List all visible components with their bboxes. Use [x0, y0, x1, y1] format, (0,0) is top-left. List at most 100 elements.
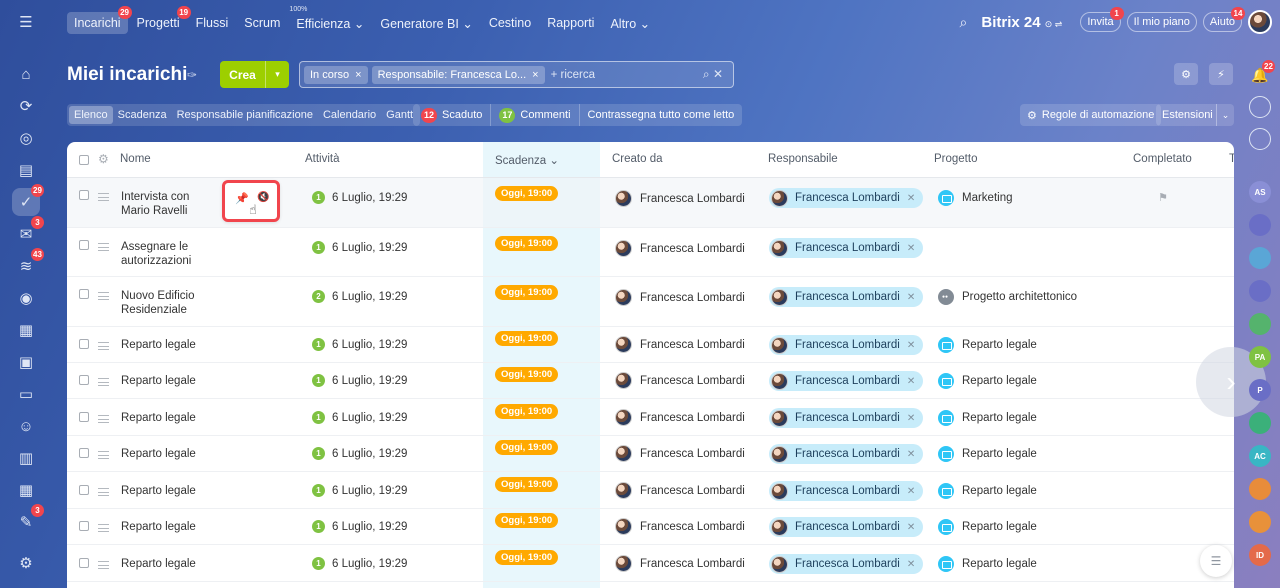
drag-handle-icon[interactable] — [98, 561, 109, 569]
view-tab[interactable]: Elenco — [69, 106, 113, 124]
bell-icon[interactable]: 🔔 22 — [1249, 60, 1275, 86]
task-name[interactable]: Reparto legale — [121, 447, 221, 461]
creator-cell[interactable]: Francesca Lombardi — [615, 372, 745, 389]
task-name[interactable]: Nuovo Edificio Residenziale — [121, 289, 221, 317]
nav-item[interactable]: Efficienza ⌄ 100% — [289, 6, 371, 35]
project-cell[interactable]: Reparto legale — [938, 410, 1037, 426]
counter-item[interactable]: 17 Commenti — [491, 104, 580, 126]
chat-avatar[interactable]: ID — [1249, 544, 1271, 566]
project-cell[interactable]: Reparto legale — [938, 483, 1037, 499]
column-header[interactable]: Completato — [1133, 153, 1192, 165]
column-header[interactable]: T — [1229, 153, 1234, 165]
deadline-badge[interactable]: Oggi, 19:00 — [495, 477, 559, 492]
creator-cell[interactable]: Francesca Lombardi — [615, 555, 745, 572]
creator-cell[interactable]: Francesca Lombardi — [615, 409, 745, 426]
documents-icon[interactable]: ▣ — [12, 348, 40, 376]
row-checkbox[interactable] — [79, 190, 89, 200]
row-checkbox[interactable] — [79, 339, 89, 349]
board-icon[interactable]: ▥ — [12, 444, 40, 472]
drag-handle-icon[interactable] — [98, 451, 109, 459]
row-checkbox[interactable] — [79, 558, 89, 568]
remove-icon[interactable]: ✕ — [907, 486, 915, 497]
chat-avatar[interactable] — [1249, 280, 1271, 302]
drag-handle-icon[interactable] — [98, 342, 109, 350]
responsible-chip[interactable]: Francesca Lombardi ✕ — [769, 554, 924, 574]
task-name[interactable]: Reparto legale — [121, 557, 221, 571]
copilot-icon[interactable] — [1249, 96, 1271, 118]
project-cell[interactable]: Reparto legale — [938, 373, 1037, 389]
settings-gear-button[interactable]: ⚙ — [1174, 63, 1198, 85]
task-name[interactable]: Intervista con Mario Ravelli — [121, 190, 221, 218]
row-checkbox[interactable] — [79, 240, 89, 250]
task-name[interactable]: Assegnare le autorizzazioni — [121, 240, 221, 268]
pin-title-icon[interactable]: ✑ — [187, 68, 197, 82]
mute-icon[interactable]: 🔇 — [257, 192, 269, 203]
remove-icon[interactable]: ✕ — [907, 243, 915, 254]
view-tab[interactable]: Calendario — [318, 106, 381, 124]
drag-handle-icon[interactable] — [98, 415, 109, 423]
feed-icon[interactable]: ▤ — [12, 156, 40, 184]
deadline-badge[interactable]: Oggi, 19:00 — [495, 550, 559, 565]
creator-cell[interactable]: Francesca Lombardi — [615, 482, 745, 499]
my-plan-button[interactable]: Il mio piano — [1126, 12, 1197, 32]
drag-handle-icon[interactable] — [98, 378, 109, 386]
responsible-chip[interactable]: Francesca Lombardi ✕ — [769, 238, 924, 258]
project-cell[interactable]: Reparto legale — [938, 519, 1037, 535]
chat-avatar[interactable] — [1249, 247, 1271, 269]
responsible-chip[interactable]: Francesca Lombardi ✕ — [769, 517, 924, 537]
search-input[interactable]: + ricerca — [551, 69, 595, 81]
deadline-badge[interactable]: Oggi, 19:00 — [495, 285, 559, 300]
column-header[interactable]: Creato da — [612, 153, 663, 165]
responsible-chip[interactable]: Francesca Lombardi ✕ — [769, 188, 924, 208]
column-header[interactable]: Scadenza ⌄ — [495, 153, 559, 167]
nav-item[interactable]: Flussi — [189, 12, 236, 34]
chat-avatar[interactable] — [1249, 214, 1271, 236]
table-row[interactable]: Reparto legale 1 6 Luglio, 19:29 Oggi, 19:0… — [67, 472, 1234, 509]
search-icon[interactable]: ⌕ — [960, 14, 968, 31]
sign-icon[interactable]: ✎ 3 — [12, 504, 44, 536]
chat-avatar[interactable]: PA — [1249, 346, 1271, 368]
nav-item[interactable]: Altro ⌄ — [603, 12, 657, 35]
filter-chip-responsible[interactable]: Responsabile: Francesca Lo... × — [371, 65, 545, 84]
responsible-chip[interactable]: Francesca Lombardi ✕ — [769, 335, 924, 355]
nav-item[interactable]: Scrum — [237, 12, 287, 34]
remove-icon[interactable]: ✕ — [907, 193, 915, 204]
row-checkbox[interactable] — [79, 289, 89, 299]
target-icon[interactable]: ◉ — [12, 284, 40, 312]
remove-icon[interactable]: ✕ — [907, 340, 915, 351]
deadline-badge[interactable]: Oggi, 19:00 — [495, 367, 559, 382]
nav-item[interactable]: Cestino — [482, 12, 538, 34]
automation-icon[interactable]: ⟳ — [12, 92, 40, 120]
create-button[interactable]: Crea ▾ — [220, 61, 289, 88]
pin-icon[interactable]: 📌 — [235, 192, 249, 205]
chat-icon[interactable]: ◎ — [12, 124, 40, 152]
settings-icon[interactable]: ⚙ — [12, 549, 40, 577]
chevron-down-icon[interactable]: ⌄ — [1216, 104, 1234, 126]
row-checkbox[interactable] — [79, 521, 89, 531]
counter-item[interactable]: Contrassegna tutto come letto — [580, 104, 743, 126]
lightning-button[interactable]: ⚡ — [1209, 63, 1233, 85]
drag-handle-icon[interactable] — [98, 243, 109, 251]
table-row[interactable]: Reparto legale 1 6 Luglio, 19:29 Oggi, 19:0… — [67, 545, 1234, 582]
storage-icon[interactable]: ▭ — [12, 380, 40, 408]
column-header[interactable]: Attività — [305, 153, 340, 165]
remove-filter-icon[interactable]: × — [532, 69, 538, 81]
project-cell[interactable]: Marketing — [938, 190, 1013, 206]
deadline-badge[interactable]: Oggi, 19:00 — [495, 186, 559, 201]
column-header[interactable]: Responsabile — [768, 153, 838, 165]
column-header[interactable]: Nome — [120, 153, 151, 165]
table-row[interactable]: Reparto legale 1 6 Luglio, 19:29 Oggi, 19:0… — [67, 509, 1234, 545]
select-all-checkbox[interactable] — [79, 155, 89, 165]
drag-handle-icon[interactable] — [98, 524, 109, 532]
crm-icon[interactable]: ≋ 43 — [12, 248, 44, 280]
deadline-badge[interactable]: Oggi, 19:00 — [495, 404, 559, 419]
invite-button[interactable]: Invita 1 — [1080, 7, 1124, 32]
project-cell[interactable]: Reparto legale — [938, 337, 1037, 353]
row-checkbox[interactable] — [79, 375, 89, 385]
gear-icon[interactable]: ⚙ — [98, 152, 109, 166]
task-name[interactable]: Reparto legale — [121, 411, 221, 425]
chat-avatar[interactable] — [1249, 313, 1271, 335]
search-clear-icons[interactable]: ⌕ ✕ — [703, 67, 723, 82]
nav-item[interactable]: Rapporti — [540, 12, 601, 34]
task-name[interactable]: Reparto legale — [121, 374, 221, 388]
